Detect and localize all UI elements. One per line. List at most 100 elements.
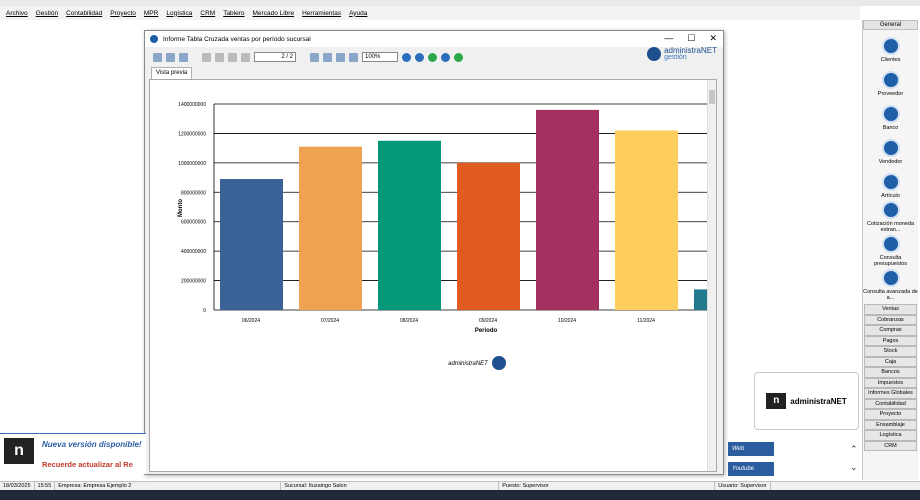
menu-item[interactable]: MPR <box>144 10 158 17</box>
promo-title: Nueva versión disponible! <box>42 440 142 449</box>
first-page-icon[interactable] <box>202 52 211 62</box>
prev-page-icon[interactable] <box>215 52 224 62</box>
panel-section-button[interactable]: CRM <box>864 440 917 451</box>
report-toolbar: 2 / 2 100% administraNET gestión <box>145 47 723 67</box>
menu-item[interactable]: Herramientas <box>302 10 341 17</box>
panel-item-label: Cotización moneda extran... <box>866 221 915 233</box>
chevron-down-icon[interactable]: ⌄ <box>850 462 858 473</box>
y-tick-label: 1200000000 <box>178 131 206 137</box>
y-axis-label: Monto <box>178 199 184 217</box>
menu-item[interactable]: Contabilidad <box>66 10 102 17</box>
panel-item-label: Proveedor <box>877 91 904 97</box>
bar <box>220 179 283 310</box>
panel-section-button[interactable]: Compras <box>864 325 917 336</box>
panel-section-button[interactable]: Ventas <box>864 304 917 315</box>
panel-item[interactable]: Banco <box>863 98 918 132</box>
panel-item[interactable]: Clientes <box>863 30 918 64</box>
footer-logo-icon <box>492 356 506 370</box>
youtube-link[interactable]: Youtube <box>728 462 774 476</box>
tree-icon[interactable] <box>323 52 332 62</box>
panel-item-label: Clientes <box>880 57 901 63</box>
panel-section-button[interactable]: Informes Globales <box>864 388 917 399</box>
panel-section-button[interactable]: Ensamblaje <box>864 419 917 430</box>
excel-icon[interactable] <box>428 52 437 62</box>
brand-logo-icon <box>647 47 662 61</box>
panel-item[interactable]: Cotización moneda extran... <box>863 200 918 234</box>
card-brand: administraNET <box>790 396 847 406</box>
person-icon <box>881 71 900 89</box>
status-bar: 18/03/2025 15:55 Empresa: Empresa Ejempl… <box>0 481 920 490</box>
panel-section-button[interactable]: Logística <box>864 430 917 441</box>
panel-item[interactable]: Artículo <box>863 166 918 200</box>
panel-section-button[interactable]: Stock <box>864 346 917 357</box>
menu-item[interactable]: Proyecto <box>110 10 136 17</box>
tab-preview[interactable]: Vista previa <box>151 67 193 79</box>
status-date: 18/03/2025 <box>0 482 35 490</box>
bar <box>615 130 678 310</box>
panel-item-label: Vendedor <box>878 159 903 165</box>
right-panel: General Clientes Proveedor Banco Vendedor Ar… <box>862 20 918 480</box>
update-promo[interactable]: n Nueva versión disponible! Recuerde act… <box>0 434 146 474</box>
panel-section-button[interactable]: Proyecto <box>864 409 917 420</box>
status-empresa: Empresa: Empresa Ejemplo 2 <box>55 482 282 490</box>
panel-section-button[interactable]: Pagos <box>864 335 917 346</box>
pdf-icon[interactable] <box>415 52 424 62</box>
menu-item[interactable]: Logística <box>166 10 192 17</box>
x-tick-label: 09/2024 <box>479 318 497 324</box>
y-tick-label: 1000000000 <box>178 161 206 167</box>
panel-header-general[interactable]: General <box>863 20 918 30</box>
close-button[interactable]: ✕ <box>709 33 717 44</box>
status-usuario: Usuario: Supervisor <box>715 482 771 490</box>
status-puesto: Puesto: Supervisor <box>499 482 716 490</box>
web-link[interactable]: Web <box>728 442 774 456</box>
panel-section-button[interactable]: Contabilidad <box>864 398 917 409</box>
bar <box>457 162 520 310</box>
panel-section-button[interactable]: Impuestos <box>864 377 917 388</box>
menu-item[interactable]: Archivo <box>6 10 28 17</box>
last-page-icon[interactable] <box>241 52 250 62</box>
menu-item[interactable]: Gestión <box>36 10 58 17</box>
binoculars-icon[interactable] <box>349 52 358 62</box>
menu-item[interactable]: Tablero <box>223 10 244 17</box>
panel-item[interactable]: Consulta avanzada de a... <box>863 268 918 302</box>
y-tick-label: 800000000 <box>181 190 206 196</box>
print-icon[interactable] <box>166 52 175 62</box>
menu-item[interactable]: Mercado Libre <box>253 10 295 17</box>
page-indicator[interactable]: 2 / 2 <box>254 52 296 62</box>
os-taskbar <box>0 490 920 500</box>
window-title: Informe Tabla Cruzada ventas por período… <box>163 35 311 43</box>
print-setup-icon[interactable] <box>179 52 188 62</box>
email-icon[interactable] <box>402 52 411 62</box>
panel-section-button[interactable]: Caja <box>864 356 917 367</box>
app-icon <box>150 35 158 43</box>
export-icon[interactable] <box>153 52 162 62</box>
card-logo-icon: n <box>766 393 787 409</box>
export-green-icon[interactable] <box>454 52 463 62</box>
bank-icon <box>881 105 900 123</box>
panel-item[interactable]: Proveedor <box>863 64 918 98</box>
search-doc-icon[interactable] <box>336 52 345 62</box>
chart-icon[interactable] <box>310 52 319 62</box>
menu-item[interactable]: CRM <box>200 10 215 17</box>
panel-item-label: Banco <box>882 125 899 131</box>
doc-icon <box>881 235 900 253</box>
panel-item-label: Consulta presupuestos <box>873 255 908 267</box>
minimize-button[interactable]: — <box>664 33 673 44</box>
zoom-select[interactable]: 100% <box>362 52 398 62</box>
brand-sub: gestión <box>664 54 687 61</box>
panel-item[interactable]: Consulta presupuestos <box>863 234 918 268</box>
bar <box>299 146 362 310</box>
word-icon[interactable] <box>441 52 450 62</box>
status-sucursal: Sucursal: Ituzaingo Salon <box>281 482 500 490</box>
vertical-scrollbar[interactable] <box>707 80 716 471</box>
next-page-icon[interactable] <box>228 52 237 62</box>
chevron-up-icon[interactable]: ⌃ <box>850 444 858 455</box>
maximize-button[interactable]: ☐ <box>687 33 695 44</box>
panel-item[interactable]: Vendedor <box>863 132 918 166</box>
panel-section-button[interactable]: Cobranzas <box>864 314 917 325</box>
report-preview: 0 200000000 400000000 600000000 800000000 100… <box>149 79 717 472</box>
y-tick-label: 200000000 <box>181 279 206 285</box>
bar <box>536 109 599 310</box>
panel-section-button[interactable]: Bancos <box>864 367 917 378</box>
menu-item[interactable]: Ayuda <box>349 10 367 17</box>
